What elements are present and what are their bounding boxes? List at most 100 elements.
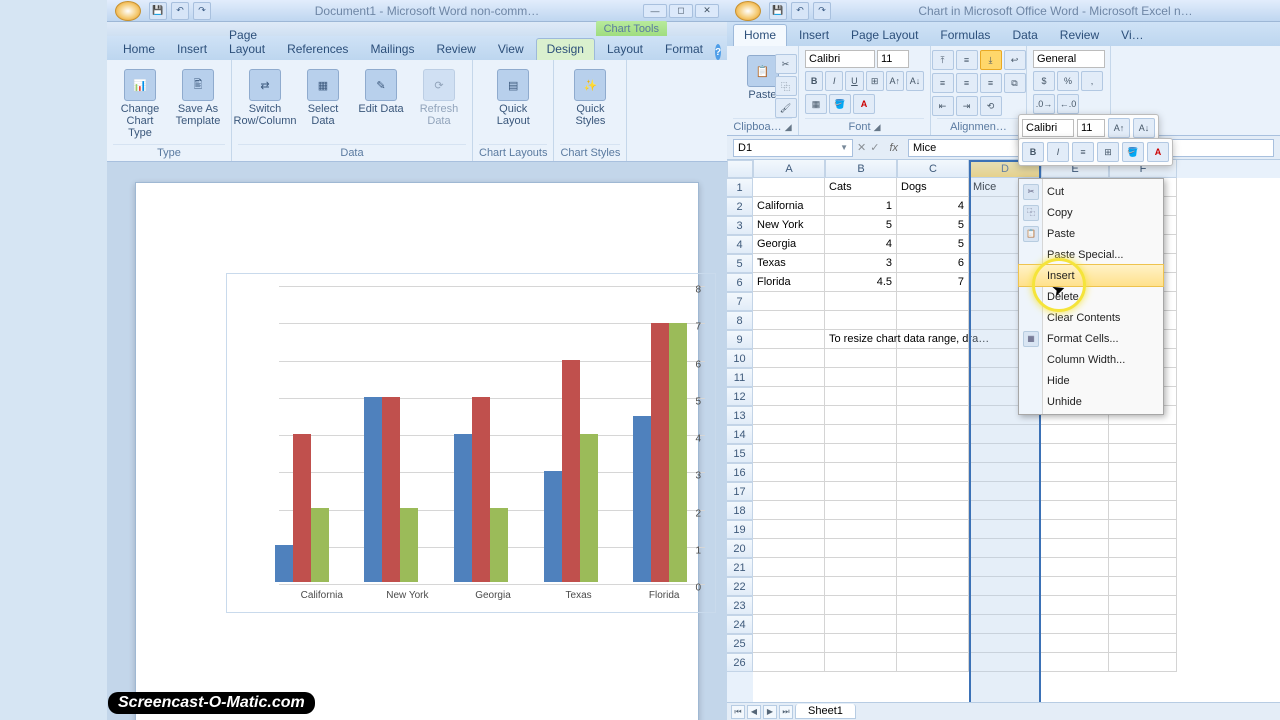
cell[interactable] (753, 387, 825, 406)
cell[interactable] (825, 577, 897, 596)
embedded-chart[interactable]: 012345678 CaliforniaNew YorkGeorgiaTexas… (226, 273, 716, 613)
name-box[interactable]: D1▼ (733, 139, 853, 157)
cell[interactable] (1041, 596, 1109, 615)
mini-grow-font-icon[interactable]: A↑ (1108, 118, 1130, 138)
row-header[interactable]: 14 (727, 425, 753, 444)
cell[interactable] (897, 577, 969, 596)
cell[interactable] (897, 463, 969, 482)
cell[interactable] (753, 482, 825, 501)
cell[interactable]: 4 (897, 197, 969, 216)
cell[interactable] (825, 368, 897, 387)
row-header[interactable]: 1 (727, 178, 753, 197)
office-button[interactable] (115, 1, 141, 21)
merge-button[interactable]: ⧉ (1004, 73, 1026, 93)
font-color-button[interactable]: A (853, 94, 875, 114)
cell[interactable] (1041, 653, 1109, 672)
decrease-decimal-button[interactable]: ←.0 (1057, 94, 1079, 114)
cell[interactable] (753, 330, 825, 349)
cell[interactable]: 3 (825, 254, 897, 273)
align-center-button[interactable]: ≡ (956, 73, 978, 93)
cell[interactable] (753, 292, 825, 311)
mini-font-size[interactable] (1077, 119, 1105, 137)
cell[interactable] (969, 558, 1041, 577)
cell[interactable] (1041, 520, 1109, 539)
cell[interactable] (825, 425, 897, 444)
cell[interactable] (1041, 501, 1109, 520)
number-format-select[interactable] (1033, 50, 1105, 68)
cell[interactable] (1041, 539, 1109, 558)
cell[interactable] (1109, 501, 1177, 520)
align-middle-button[interactable]: ≡ (956, 50, 978, 70)
context-menu-hide[interactable]: Hide (1019, 370, 1163, 391)
tab-view[interactable]: View (488, 39, 534, 60)
cell[interactable] (897, 311, 969, 330)
cell[interactable] (897, 596, 969, 615)
cell[interactable] (753, 311, 825, 330)
tab-home[interactable]: Home (113, 39, 165, 60)
context-menu-column-width-[interactable]: Column Width... (1019, 349, 1163, 370)
cell[interactable]: 5 (897, 235, 969, 254)
cell[interactable] (1109, 615, 1177, 634)
save-icon[interactable]: 💾 (149, 2, 167, 20)
cell[interactable] (825, 292, 897, 311)
cell[interactable] (825, 501, 897, 520)
percent-button[interactable]: % (1057, 71, 1079, 91)
row-header[interactable]: 13 (727, 406, 753, 425)
row-header[interactable]: 7 (727, 292, 753, 311)
cell[interactable] (897, 482, 969, 501)
tab-mailings[interactable]: Mailings (360, 39, 424, 60)
tab-home[interactable]: Home (733, 24, 787, 46)
row-header[interactable]: 8 (727, 311, 753, 330)
cell[interactable] (753, 425, 825, 444)
row-header[interactable]: 5 (727, 254, 753, 273)
align-bottom-button[interactable]: ⤓ (980, 50, 1002, 70)
cell[interactable] (969, 539, 1041, 558)
quick-layout-button[interactable]: ▤Quick Layout (486, 64, 540, 132)
cell[interactable] (1109, 558, 1177, 577)
cell[interactable] (1041, 425, 1109, 444)
cell[interactable] (897, 292, 969, 311)
cell[interactable] (1041, 634, 1109, 653)
cell[interactable] (897, 406, 969, 425)
cell[interactable]: Cats (825, 178, 897, 197)
cell[interactable] (969, 444, 1041, 463)
cell[interactable]: 5 (897, 216, 969, 235)
cell[interactable] (897, 387, 969, 406)
context-menu-delete[interactable]: Delete (1019, 286, 1163, 307)
bold-button[interactable]: B (805, 71, 823, 91)
tab-design[interactable]: Design (536, 38, 595, 60)
context-menu-cut[interactable]: ✂Cut (1019, 181, 1163, 202)
cell[interactable] (825, 634, 897, 653)
cell[interactable] (825, 653, 897, 672)
cell[interactable] (897, 425, 969, 444)
row-header[interactable]: 24 (727, 615, 753, 634)
mini-fontcolor-button[interactable]: A (1147, 142, 1169, 162)
maximize-button[interactable]: ◻ (669, 4, 693, 18)
switch-row-column-button[interactable]: ⇄Switch Row/Column (238, 64, 292, 132)
sheet-nav-prev[interactable]: ◀ (747, 705, 761, 719)
mini-align-button[interactable]: ≡ (1072, 142, 1094, 162)
cell[interactable] (825, 596, 897, 615)
cell[interactable] (753, 539, 825, 558)
context-menu-paste[interactable]: 📋Paste (1019, 223, 1163, 244)
row-header[interactable]: 23 (727, 596, 753, 615)
cell[interactable] (969, 501, 1041, 520)
context-menu-insert[interactable]: Insert (1019, 265, 1163, 286)
change-chart-type-button[interactable]: 📊Change Chart Type (113, 64, 167, 144)
cell[interactable]: Dogs (897, 178, 969, 197)
cell[interactable] (825, 463, 897, 482)
cell[interactable] (753, 577, 825, 596)
mini-border-button[interactable]: ⊞ (1097, 142, 1119, 162)
mini-bold-button[interactable]: B (1022, 142, 1044, 162)
cell[interactable] (1109, 425, 1177, 444)
borders-button[interactable]: ▦ (805, 94, 827, 114)
underline-button[interactable]: U (845, 71, 863, 91)
cell[interactable]: 4.5 (825, 273, 897, 292)
row-header[interactable]: 2 (727, 197, 753, 216)
font-size-input[interactable] (877, 50, 909, 68)
font-name-input[interactable] (805, 50, 875, 68)
cell[interactable] (969, 634, 1041, 653)
orientation-button[interactable]: ⟲ (980, 96, 1002, 116)
enter-formula-icon[interactable]: ✓ (870, 141, 879, 154)
column-header-B[interactable]: B (825, 160, 897, 178)
